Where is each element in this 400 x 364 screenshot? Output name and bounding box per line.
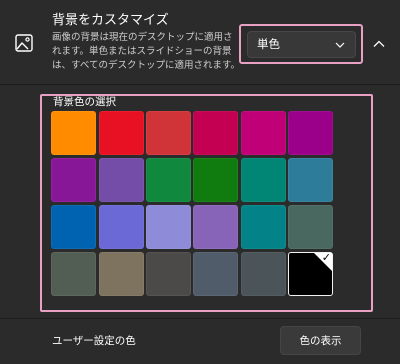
color-swatch[interactable] <box>241 111 286 155</box>
color-swatch[interactable] <box>193 205 238 249</box>
color-swatch[interactable] <box>193 111 238 155</box>
color-swatch[interactable] <box>146 111 191 155</box>
color-swatch[interactable] <box>51 158 96 202</box>
color-swatch[interactable] <box>146 252 191 296</box>
color-swatch[interactable] <box>51 205 96 249</box>
background-type-dropdown[interactable]: 単色 <box>247 31 356 58</box>
color-swatch[interactable] <box>241 205 286 249</box>
color-swatch[interactable] <box>193 252 238 296</box>
chevron-up-icon[interactable] <box>369 34 389 54</box>
color-swatch[interactable] <box>288 111 333 155</box>
checkmark-icon: ✓ <box>321 251 331 264</box>
color-swatch[interactable] <box>241 158 286 202</box>
color-swatch[interactable]: ✓ <box>288 252 333 296</box>
color-swatch[interactable] <box>146 158 191 202</box>
color-swatch[interactable] <box>51 111 96 155</box>
divider <box>0 318 400 319</box>
choose-background-color-label: 背景色の選択 <box>53 96 116 108</box>
image-icon <box>15 34 33 52</box>
color-swatch[interactable] <box>146 205 191 249</box>
chevron-down-icon <box>335 42 345 48</box>
color-swatch[interactable] <box>99 205 144 249</box>
color-swatch[interactable] <box>193 158 238 202</box>
color-swatch[interactable] <box>241 252 286 296</box>
customize-background-header: 背景をカスタマイズ 画像の背景は現在のデスクトップに適用されます。単色またはスラ… <box>0 0 400 85</box>
section-title: 背景をカスタマイズ <box>52 13 169 28</box>
view-colors-button[interactable]: 色の表示 <box>280 326 361 355</box>
color-swatch[interactable] <box>99 158 144 202</box>
color-swatch[interactable] <box>99 252 144 296</box>
section-description: 画像の背景は現在のデスクトップに適用されます。単色またはスライドショーの背景は、… <box>52 32 241 71</box>
color-swatch[interactable] <box>288 158 333 202</box>
color-swatch[interactable] <box>288 205 333 249</box>
custom-color-label: ユーザー設定の色 <box>52 335 136 347</box>
color-swatch[interactable] <box>99 111 144 155</box>
dropdown-value: 単色 <box>257 37 280 51</box>
color-swatch[interactable] <box>51 252 96 296</box>
